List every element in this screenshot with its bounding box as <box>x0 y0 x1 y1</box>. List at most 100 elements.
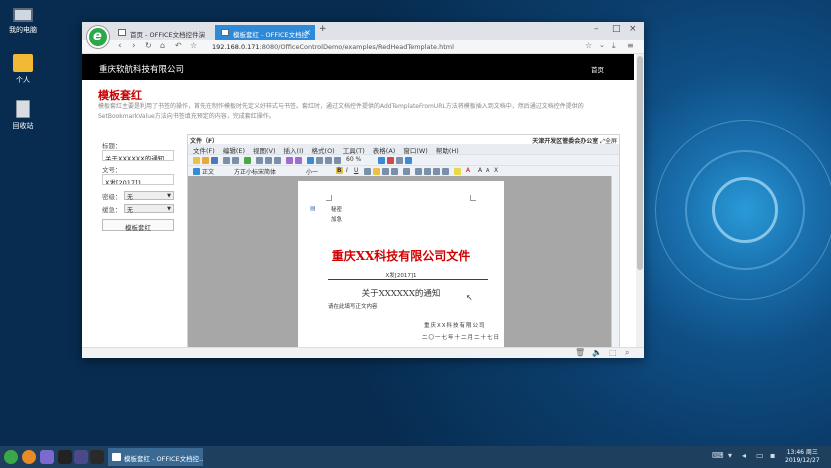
cut-icon[interactable] <box>256 157 263 164</box>
redo-icon[interactable] <box>295 157 302 164</box>
taskbar-clock[interactable]: 13:46 周三 2019/12/27 <box>785 449 820 465</box>
align-right-icon[interactable] <box>382 168 389 175</box>
numbering-icon[interactable] <box>415 168 422 175</box>
comment-icon[interactable] <box>396 157 403 164</box>
new-tab-icon[interactable]: + <box>319 24 327 34</box>
size-select[interactable]: 小一 <box>306 167 318 176</box>
font-select[interactable]: 方正小标宋简体 <box>234 167 276 176</box>
tab-home[interactable]: 首页 - OFFICE文档控件演 <box>112 25 214 40</box>
menu-edit[interactable]: 编辑(E) <box>223 144 245 155</box>
menu-view[interactable]: 视图(V) <box>253 144 276 155</box>
terminal-icon[interactable] <box>58 450 72 464</box>
back-icon[interactable]: ‹ <box>118 41 122 51</box>
drawing-icon[interactable] <box>334 157 341 164</box>
fullscreen-label[interactable]: 全屏 <box>605 138 617 145</box>
indent-icon[interactable] <box>433 168 440 175</box>
redhead-button[interactable]: 模板套红 <box>102 219 174 232</box>
reload-icon[interactable]: ↻ <box>145 41 152 50</box>
zoom-select[interactable]: 60 % <box>346 156 361 163</box>
file-manager-icon[interactable] <box>40 450 54 464</box>
columns-icon[interactable] <box>325 157 332 164</box>
menu-insert[interactable]: 插入(I) <box>284 144 304 155</box>
url-field[interactable]: 192.168.0.171:8080/OfficeControlDemo/exa… <box>212 43 454 51</box>
menu-tools[interactable]: 工具(T) <box>343 144 365 155</box>
grow-font-icon[interactable]: A <box>478 167 482 174</box>
paste-icon[interactable] <box>274 157 281 164</box>
bold-icon[interactable]: B <box>336 167 343 174</box>
menu-table[interactable]: 表格(A) <box>373 144 396 155</box>
shrink-font-icon[interactable]: A <box>486 168 489 174</box>
urgency-select[interactable]: 无 <box>124 204 174 214</box>
desktop-icon-home[interactable]: 个人 <box>0 54 46 85</box>
close-window-icon[interactable]: × <box>629 24 637 34</box>
info-icon[interactable] <box>405 157 412 164</box>
dropdown-icon[interactable]: ⌄ <box>599 41 605 49</box>
align-center-icon[interactable] <box>373 168 380 175</box>
office-file-label[interactable]: 文件（F） <box>190 136 218 145</box>
app-icon[interactable] <box>74 450 88 464</box>
home-icon[interactable]: ⌂ <box>160 41 165 50</box>
help-icon[interactable] <box>378 157 385 164</box>
start-menu-icon[interactable] <box>4 450 18 464</box>
docno-input[interactable]: X发[2017]1 <box>102 174 174 185</box>
taskbar-window-redhead[interactable]: 模板套红 - OFFICE文档控... <box>108 448 203 466</box>
brand-name[interactable]: 重庆软航科技有限公司 <box>99 63 184 75</box>
outdent-icon[interactable] <box>442 168 449 175</box>
forward-icon[interactable]: › <box>132 41 136 51</box>
network-icon[interactable]: ▾ <box>728 451 732 460</box>
line-spacing-icon[interactable] <box>403 168 410 175</box>
volume-icon[interactable]: ◂ <box>742 451 746 460</box>
menu-file[interactable]: 文件(F) <box>193 144 215 155</box>
document-page[interactable]: ▤ 秘密 加急 重庆XX科技有限公司文件 X发[2017]1 关于XXXXXX的… <box>298 181 504 347</box>
italic-icon[interactable]: I <box>346 167 348 174</box>
new-doc-icon[interactable] <box>193 157 200 164</box>
menu-icon[interactable]: ≡ <box>627 41 634 50</box>
table-icon[interactable] <box>316 157 323 164</box>
font-color-icon[interactable]: A <box>466 167 470 174</box>
align-left-icon[interactable] <box>364 168 371 175</box>
open-icon[interactable] <box>202 157 209 164</box>
volume-icon[interactable]: 🔈 <box>592 348 602 357</box>
zoom-icon[interactable]: ⌕ <box>625 348 629 358</box>
home-link[interactable]: 首页 <box>591 64 604 74</box>
download-icon[interactable]: ⤓ <box>612 41 616 51</box>
star-icon[interactable]: ☆ <box>190 41 197 50</box>
screenshot-icon[interactable]: ⬚ <box>609 348 617 357</box>
track-changes-icon[interactable] <box>387 157 394 164</box>
maximize-icon[interactable]: □ <box>612 24 621 34</box>
browser-launcher-icon[interactable] <box>22 450 36 464</box>
title-input[interactable]: 关于XXXXXX的通知 <box>102 150 174 161</box>
preview-icon[interactable] <box>232 157 239 164</box>
page-scrollbar[interactable] <box>636 54 644 347</box>
scroll-thumb[interactable] <box>637 56 643 270</box>
print-icon[interactable] <box>223 157 230 164</box>
style-select[interactable]: 正文 <box>202 167 214 176</box>
menu-help[interactable]: 帮助(H) <box>436 144 459 155</box>
battery-icon[interactable]: ▭ <box>756 451 764 460</box>
document-canvas[interactable]: ▤ 秘密 加急 重庆XX科技有限公司文件 X发[2017]1 关于XXXXXX的… <box>188 176 613 347</box>
show-desktop-icon[interactable] <box>90 450 104 464</box>
undo-icon[interactable]: ↶ <box>175 41 182 50</box>
close-tab-icon[interactable]: × <box>304 28 311 37</box>
copy-icon[interactable] <box>265 157 272 164</box>
document-scrollbar[interactable] <box>611 176 619 347</box>
bullets-icon[interactable] <box>424 168 431 175</box>
save-icon[interactable] <box>211 157 218 164</box>
underline-icon[interactable]: U <box>354 167 358 174</box>
highlight-icon[interactable] <box>454 168 461 175</box>
secret-select[interactable]: 无 <box>124 191 174 201</box>
favorites-icon[interactable]: ☆ <box>585 41 592 50</box>
minimize-icon[interactable]: – <box>594 24 599 34</box>
tab-redhead[interactable]: 模板套红 - OFFICE文档控 × <box>215 25 315 40</box>
superscript-icon[interactable]: X <box>494 167 498 174</box>
desktop-icon-trash[interactable]: 回收站 <box>0 100 46 131</box>
spellcheck-icon[interactable] <box>244 157 251 164</box>
desktop-icon-computer[interactable]: 我的电脑 <box>0 8 46 35</box>
hyperlink-icon[interactable] <box>307 157 314 164</box>
trash-icon[interactable]: 🗑 <box>575 348 585 357</box>
menu-window[interactable]: 窗口(W) <box>403 144 428 155</box>
undo-icon[interactable] <box>286 157 293 164</box>
input-method-icon[interactable]: ⌨ <box>712 451 724 460</box>
justify-icon[interactable] <box>391 168 398 175</box>
notification-icon[interactable]: ▪ <box>770 451 775 460</box>
